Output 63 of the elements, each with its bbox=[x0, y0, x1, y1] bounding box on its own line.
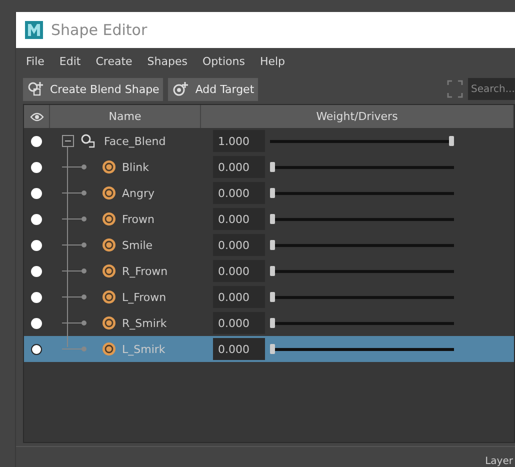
weight-field[interactable]: 0.000 bbox=[213, 286, 265, 308]
slider-handle[interactable] bbox=[270, 266, 275, 276]
column-header: Weight/Drivers bbox=[201, 105, 514, 128]
target-icon bbox=[102, 264, 116, 278]
visibility-dot[interactable] bbox=[31, 344, 42, 354]
slider-handle[interactable] bbox=[270, 344, 275, 354]
add-target-button[interactable]: Add Target bbox=[168, 78, 258, 100]
shape-name: Face_Blend bbox=[104, 134, 166, 148]
shape-name: Angry bbox=[122, 186, 155, 200]
shape-row[interactable]: L_Smirk 0.000 bbox=[24, 336, 514, 362]
shape-row[interactable]: R_Smirk 0.000 bbox=[24, 310, 514, 336]
shape-row[interactable]: Frown 0.000 bbox=[24, 206, 514, 232]
shape-row[interactable]: R_Frown 0.000 bbox=[24, 258, 514, 284]
collapse-icon[interactable] bbox=[62, 135, 74, 147]
shape-row[interactable]: L_Frown 0.000 bbox=[24, 284, 514, 310]
shape-row[interactable]: Face_Blend 1.000 bbox=[24, 128, 514, 154]
slider-handle[interactable] bbox=[270, 240, 275, 250]
slider-handle[interactable] bbox=[270, 214, 275, 224]
column-header: Name bbox=[50, 105, 201, 128]
shape-name: Frown bbox=[122, 212, 155, 226]
eye-icon bbox=[30, 112, 44, 122]
slider-handle[interactable] bbox=[449, 136, 454, 146]
target-icon bbox=[102, 160, 116, 174]
slider-handle[interactable] bbox=[270, 292, 275, 302]
panel-label: Layer bbox=[485, 457, 514, 467]
menu-item[interactable]: Options bbox=[202, 54, 245, 68]
target-icon bbox=[102, 316, 116, 330]
blend-add-icon bbox=[27, 81, 45, 97]
weight-field[interactable]: 0.000 bbox=[213, 208, 265, 230]
create-blend-shape-button[interactable]: Create Blend Shape bbox=[23, 78, 164, 100]
shape-name: L_Smirk bbox=[122, 342, 166, 356]
shape-row[interactable]: Angry 0.000 bbox=[24, 180, 514, 206]
menu-item[interactable]: Create bbox=[96, 54, 132, 68]
app-logo-icon bbox=[25, 21, 43, 39]
target-icon bbox=[102, 342, 116, 356]
weight-field[interactable]: 0.000 bbox=[213, 234, 265, 256]
shape-name: L_Frown bbox=[122, 290, 166, 304]
shape-name: R_Smirk bbox=[122, 316, 167, 330]
menu-item[interactable]: Shapes bbox=[147, 54, 188, 68]
target-icon bbox=[102, 290, 116, 304]
weight-field[interactable]: 0.000 bbox=[213, 156, 265, 178]
shape-name: Blink bbox=[122, 160, 150, 174]
menu-item[interactable]: Edit bbox=[59, 54, 81, 68]
weight-field[interactable]: 0.000 bbox=[213, 260, 265, 282]
slider-handle[interactable] bbox=[270, 188, 275, 198]
shape-name: R_Frown bbox=[122, 264, 168, 278]
menu-item[interactable]: File bbox=[26, 54, 44, 68]
shape-row[interactable]: Smile 0.000 bbox=[24, 232, 514, 258]
slider-handle[interactable] bbox=[270, 162, 275, 172]
shape-name: Smile bbox=[122, 238, 153, 252]
target-icon bbox=[102, 238, 116, 252]
slider-handle[interactable] bbox=[270, 318, 275, 328]
search-field[interactable]: Search... bbox=[468, 78, 515, 100]
weight-field[interactable]: 0.000 bbox=[213, 182, 265, 204]
menu-item[interactable]: Help bbox=[260, 54, 286, 68]
shape-row[interactable]: Blink 0.000 bbox=[24, 154, 514, 180]
target-icon bbox=[102, 212, 116, 226]
target-add-icon bbox=[172, 81, 190, 97]
target-icon bbox=[102, 186, 116, 200]
weight-field[interactable]: 0.000 bbox=[213, 338, 265, 360]
weight-field[interactable]: 1.000 bbox=[213, 130, 265, 152]
weight-field[interactable]: 0.000 bbox=[213, 312, 265, 334]
window-title: Shape Editor bbox=[51, 21, 148, 39]
